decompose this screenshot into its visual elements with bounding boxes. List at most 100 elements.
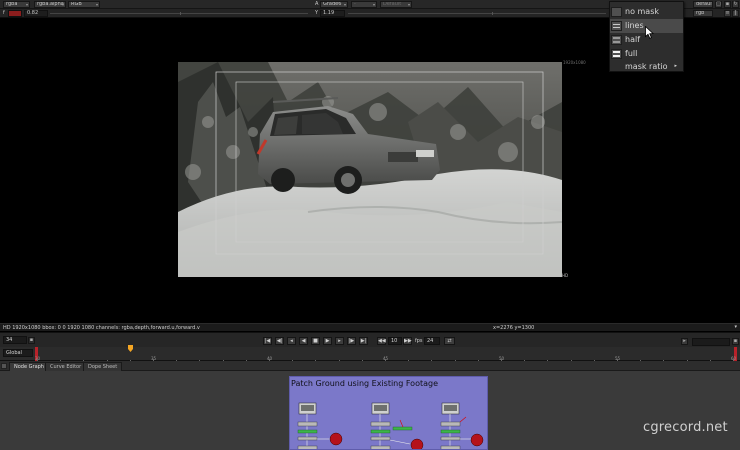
menu-item-label: no mask — [625, 7, 660, 16]
menu-item-full[interactable]: full — [610, 47, 683, 61]
skip-forward-icon[interactable]: ▶▶ — [403, 337, 412, 345]
roto-node[interactable] — [297, 436, 318, 441]
node-network — [297, 402, 484, 450]
settings-icon[interactable]: ≡ — [724, 10, 731, 17]
input-a-value: Grade6 — [323, 1, 342, 7]
gain-slider[interactable] — [50, 13, 308, 14]
refresh-icon[interactable]: ↻ — [732, 1, 739, 8]
transform-node[interactable] — [440, 421, 461, 427]
current-frame-field[interactable]: 34 — [3, 336, 27, 344]
compare-mode-value: Default — [383, 1, 402, 7]
input-a-dropdown[interactable]: Grade6 ▾ — [320, 1, 348, 8]
mouse-cursor-icon — [645, 26, 654, 39]
panel-tabs: Node Graph Curve Editor Dope Sheet — [0, 361, 740, 371]
chevron-down-icon: ▾ — [343, 2, 346, 7]
tab-curve-editor[interactable]: Curve Editor — [45, 362, 87, 371]
menu-item-label: mask ratio — [625, 62, 668, 71]
chevron-down-icon: ▾ — [25, 2, 28, 7]
display-value: rgb — [696, 10, 705, 16]
prev-keyframe-icon[interactable]: ◀| — [275, 337, 284, 345]
tab-dope-sheet[interactable]: Dope Sheet — [83, 362, 123, 371]
play-forward-icon[interactable]: ▶ — [323, 337, 332, 345]
format-info-text: HD 1920x1080 bbox: 0 0 1920 1080 channel… — [3, 325, 200, 331]
grade-node[interactable] — [392, 426, 413, 431]
merge-node[interactable] — [470, 433, 484, 447]
blur-node[interactable] — [440, 445, 461, 450]
gamma-field[interactable]: 1.19 — [320, 10, 345, 17]
skip-back-icon[interactable]: ◀◀ — [377, 337, 386, 345]
panel-menu-icon[interactable] — [1, 363, 7, 369]
grade-node[interactable] — [370, 429, 391, 434]
roi-icon[interactable]: □ — [715, 1, 722, 8]
gamma-slider[interactable] — [348, 13, 606, 14]
format-corner-label: HD — [562, 273, 569, 278]
loop-icon[interactable]: ⇄ — [444, 337, 455, 345]
chevron-down-icon[interactable]: ▾ — [734, 324, 737, 330]
timeline-ruler[interactable]: Global 30354045505560 — [0, 345, 740, 361]
tab-node-graph[interactable]: Node Graph — [9, 362, 49, 371]
fps-field[interactable]: 24 — [424, 337, 440, 345]
prev-frame-icon[interactable]: ◂ — [287, 337, 296, 345]
menu-item-no-mask[interactable]: no mask — [610, 5, 683, 19]
channels-dropdown[interactable]: rgba ▾ — [3, 1, 30, 8]
lines-mask-icon — [611, 21, 622, 31]
half-mask-icon — [611, 35, 622, 45]
frame-range-field[interactable] — [692, 338, 730, 346]
viewer-frame[interactable] — [178, 62, 562, 277]
transform-node[interactable] — [297, 421, 318, 427]
gain-slider-tick — [180, 12, 181, 15]
playhead-icon[interactable] — [127, 345, 134, 353]
scope-value: Global — [6, 350, 22, 356]
compare-mode-dropdown[interactable]: Default ▾ — [380, 1, 412, 8]
grade-node[interactable] — [440, 429, 461, 434]
menu-item-label: full — [625, 49, 638, 58]
chevron-down-icon: ▾ — [61, 2, 64, 7]
menu-item-label: half — [625, 35, 641, 44]
playback-bar: 34 ▪ |◀ ◀| ◂ ◀ ■ ▶ ▸ |▶ ▶| ◀◀ 10 ▶▶ fps … — [0, 332, 740, 347]
full-mask-icon — [611, 49, 622, 59]
no-mask-icon — [611, 7, 622, 17]
goto-end-icon[interactable]: ▶| — [359, 337, 368, 345]
grade-node[interactable] — [297, 429, 318, 434]
roto-node[interactable] — [370, 436, 391, 441]
merge-node[interactable] — [329, 432, 343, 446]
goto-start-icon[interactable]: |◀ — [263, 337, 272, 345]
colorspace-dropdown[interactable]: RGB ▾ — [68, 1, 100, 8]
stop-icon[interactable]: ■ — [311, 337, 320, 345]
input-b-dropdown[interactable]: - ▾ — [351, 1, 377, 8]
merge-node[interactable] — [410, 438, 424, 450]
chevron-down-icon: ▾ — [407, 2, 410, 7]
pause-icon[interactable]: ‖ — [732, 10, 739, 17]
backdrop-node[interactable]: Patch Ground using Existing Footage — [289, 376, 488, 450]
gamma-label: Y — [315, 10, 319, 16]
next-keyframe-icon[interactable]: |▶ — [347, 337, 356, 345]
scope-dropdown[interactable]: Global — [3, 349, 33, 357]
backdrop-title: Patch Ground using Existing Footage — [291, 379, 439, 388]
lut-dropdown[interactable]: default — [693, 1, 713, 8]
lut-value: default — [696, 1, 713, 7]
blur-node[interactable] — [297, 445, 318, 450]
alpha-channel-dropdown[interactable]: rgba.alpha ▾ — [34, 1, 66, 8]
next-frame-icon[interactable]: ▸ — [335, 337, 344, 345]
display-dropdown[interactable]: rgb — [693, 10, 713, 17]
channels-value: rgba — [6, 1, 18, 7]
play-backward-icon[interactable]: ◀ — [299, 337, 308, 345]
chevron-down-icon: ▾ — [372, 2, 375, 7]
frame-lock-icon[interactable]: ▪ — [28, 337, 35, 344]
colorspace-value: RGB — [71, 1, 82, 7]
submenu-arrow-icon: ▸ — [674, 63, 677, 69]
input-a-label: A — [315, 1, 319, 7]
blur-node[interactable] — [370, 445, 391, 450]
gain-field[interactable]: 0.82 — [24, 10, 48, 17]
node-graph-panel: Node Graph Curve Editor Dope Sheet Patch… — [0, 361, 740, 450]
roto-node[interactable] — [440, 436, 461, 441]
range-lock-icon[interactable]: ▪ — [732, 338, 739, 345]
flipbook-icon[interactable]: ▸ — [681, 338, 688, 345]
menu-item-label: lines — [625, 21, 644, 30]
transform-node[interactable] — [370, 421, 391, 427]
input-b-value: - — [354, 1, 356, 7]
menu-item-mask-ratio[interactable]: mask ratio ▸ — [610, 61, 683, 72]
lock-icon[interactable]: ▪ — [724, 1, 731, 8]
increment-field[interactable]: 10 — [388, 337, 402, 345]
gain-swatch[interactable] — [8, 10, 22, 17]
